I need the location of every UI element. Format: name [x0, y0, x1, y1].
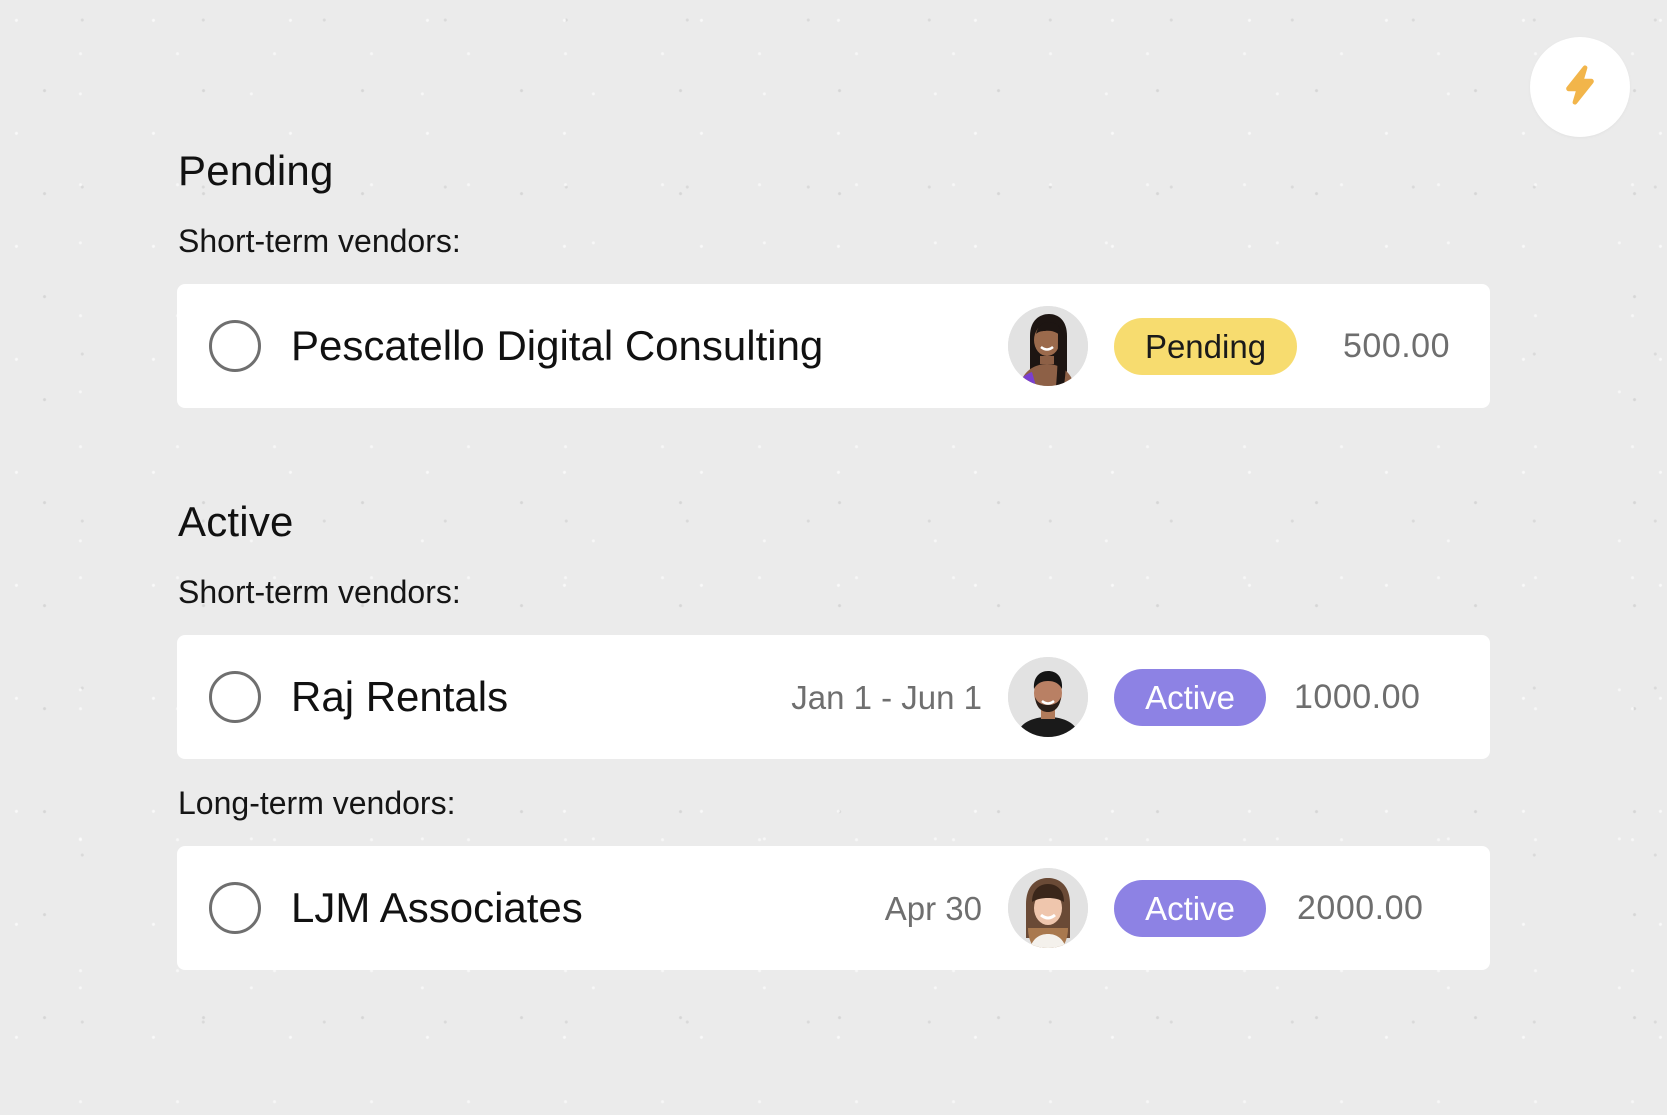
section-title-active: Active [178, 498, 294, 545]
avatar [1008, 868, 1088, 948]
group-label-pending-short-term: Short-term vendors: [178, 223, 461, 259]
avatar-man-dark-hair-beard-icon [1008, 657, 1088, 737]
vendor-date-range: Jan 1 - Jun 1 [791, 679, 982, 716]
avatar [1008, 657, 1088, 737]
complete-checkbox[interactable] [209, 320, 261, 372]
avatar [1008, 306, 1088, 386]
vendor-amount: 500.00 [1343, 327, 1450, 365]
vendor-name: Pescatello Digital Consulting [291, 322, 824, 369]
status-badge: Active [1114, 669, 1266, 726]
avatar-woman-bangs-brown-hair-icon [1008, 868, 1088, 948]
complete-checkbox[interactable] [209, 671, 261, 723]
status-badge: Active [1114, 880, 1266, 937]
vendor-amount: 2000.00 [1297, 889, 1424, 927]
group-label-active-short-term: Short-term vendors: [178, 574, 461, 610]
quick-action-button[interactable] [1530, 37, 1630, 137]
complete-checkbox[interactable] [209, 882, 261, 934]
status-badge: Pending [1114, 318, 1297, 375]
vendor-name: Raj Rentals [291, 673, 509, 720]
group-label-active-long-term: Long-term vendors: [178, 785, 456, 821]
section-title-pending: Pending [178, 147, 334, 194]
vendor-name: LJM Associates [291, 884, 583, 931]
vendor-date: Apr 30 [884, 890, 982, 927]
vendor-amount: 1000.00 [1294, 678, 1421, 716]
lightning-bolt-icon [1558, 63, 1602, 112]
avatar-woman-long-dark-hair-icon [1008, 306, 1088, 386]
